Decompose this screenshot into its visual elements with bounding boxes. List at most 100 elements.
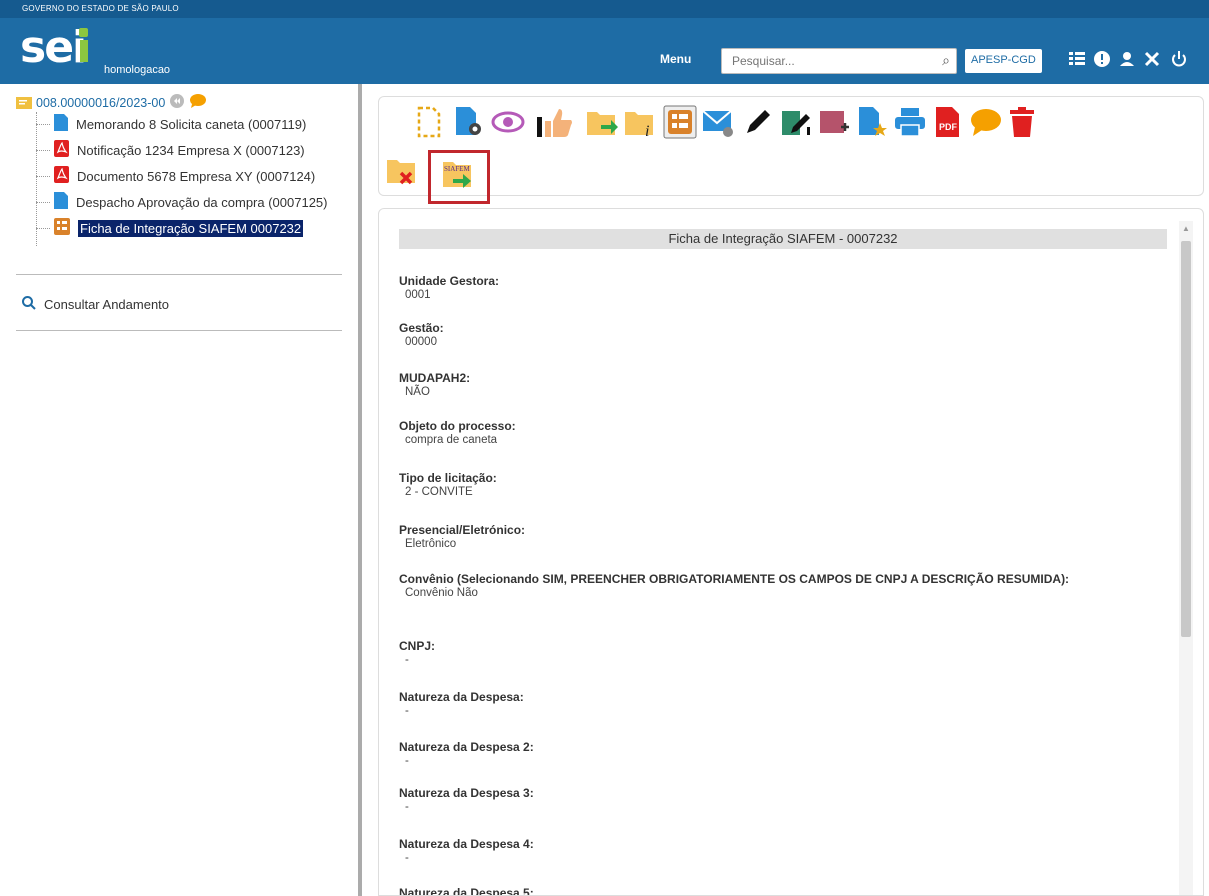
trash-icon[interactable] (1004, 104, 1040, 140)
svg-text:i: i (645, 123, 649, 139)
process-root[interactable]: 008.00000016/2023-00 (16, 93, 207, 112)
field-value: 00000 (405, 336, 437, 348)
field-label: Presencial/Eletrónico: (399, 523, 526, 537)
form-icon (54, 218, 70, 238)
government-banner: GOVERNO DO ESTADO DE SÃO PAULO (0, 0, 1209, 18)
field-label: Convênio (Selecionando SIM, PREENCHER OB… (399, 572, 1070, 586)
field-value: - (405, 654, 409, 666)
field-label: CNPJ: (399, 639, 436, 653)
search-input[interactable] (722, 49, 922, 73)
environment-label: homologacao (104, 64, 171, 76)
folder-info-icon[interactable]: i (622, 104, 658, 140)
process-info-icon[interactable] (169, 93, 185, 112)
field-label: Natureza da Despesa 3: (399, 786, 534, 800)
document-star-icon[interactable] (854, 104, 890, 140)
field-convenio: Convênio (Selecionando SIM, PREENCHER OB… (399, 573, 1149, 600)
field-value: NÃO (405, 386, 430, 398)
tree-item-notificacao[interactable]: Notificação 1234 Empresa X (0007123) (36, 139, 358, 161)
scrollbar-thumb[interactable] (1181, 241, 1191, 637)
document-settings-icon[interactable] (450, 104, 486, 140)
consultar-andamento-link[interactable]: Consultar Andamento (22, 296, 169, 313)
grid-icon[interactable] (1068, 50, 1086, 72)
form-icon[interactable] (662, 104, 698, 140)
document-title: Ficha de Integração SIAFEM - 0007232 (399, 229, 1167, 249)
field-label: Natureza da Despesa 4: (399, 837, 534, 851)
field-value: Convênio Não (405, 587, 478, 599)
thumbs-up-icon[interactable] (540, 104, 576, 140)
field-value: - (405, 705, 409, 717)
document-viewer: Ficha de Integração SIAFEM - 0007232 Uni… (378, 208, 1204, 896)
tree-item-label[interactable]: Despacho Aprovação da compra (0007125) (76, 195, 328, 210)
tools-icon[interactable] (1143, 50, 1161, 72)
tree-item-ficha-siafem[interactable]: Ficha de Integração SIAFEM 0007232 (36, 217, 358, 239)
email-icon[interactable] (700, 104, 736, 140)
divider (16, 330, 342, 331)
field-label: MUDAPAH2: (399, 371, 471, 385)
tree-item-label[interactable]: Ficha de Integração SIAFEM 0007232 (78, 219, 304, 237)
new-document-icon[interactable] (410, 104, 446, 140)
field-natureza-despesa: Natureza da Despesa: - (399, 691, 524, 718)
pdf-icon (54, 140, 69, 160)
power-icon[interactable] (1170, 50, 1188, 72)
field-unidade-gestora: Unidade Gestora: 0001 (399, 275, 499, 302)
consultar-andamento-label[interactable]: Consultar Andamento (44, 297, 169, 312)
folder-delete-icon[interactable] (384, 152, 420, 188)
document-icon (54, 114, 68, 134)
unit-selector[interactable]: APESP-CGD (965, 49, 1042, 73)
sei-logo[interactable]: sei (20, 22, 87, 73)
field-value: - (405, 755, 409, 767)
divider (16, 274, 342, 275)
print-icon[interactable] (892, 104, 928, 140)
folder-forward-icon[interactable] (584, 104, 620, 140)
field-label: Natureza da Despesa: (399, 690, 524, 704)
process-number[interactable]: 008.00000016/2023-00 (36, 96, 165, 110)
siafem-highlight-box (428, 150, 490, 204)
field-gestao: Gestão: 00000 (399, 322, 444, 349)
field-objeto-processo: Objeto do processo: compra de caneta (399, 420, 516, 447)
field-presencial-eletronico: Presencial/Eletrónico: Eletrônico (399, 524, 525, 551)
field-value: 0001 (405, 289, 431, 301)
tree-item-label[interactable]: Memorando 8 Solicita caneta (0007119) (76, 117, 306, 132)
field-value: Eletrônico (405, 538, 457, 550)
tree-item-label[interactable]: Documento 5678 Empresa XY (0007124) (77, 169, 315, 184)
panel-splitter[interactable] (358, 84, 362, 896)
field-value: compra de caneta (405, 434, 498, 446)
user-icon[interactable] (1118, 50, 1136, 72)
pen-icon[interactable] (740, 104, 776, 140)
scroll-up-arrow-icon[interactable]: ▲ (1182, 224, 1190, 233)
comment-icon[interactable] (189, 93, 207, 112)
document-scrollbar[interactable]: ▲ (1179, 221, 1193, 895)
pdf-icon (54, 166, 69, 186)
field-mudapah2: MUDAPAH2: NÃO (399, 372, 470, 399)
field-value: - (405, 801, 409, 813)
field-label: Tipo de licitação: (399, 471, 497, 485)
sign-block-icon[interactable] (778, 104, 814, 140)
field-label: Unidade Gestora: (399, 274, 500, 288)
tree-item-memorando[interactable]: Memorando 8 Solicita caneta (0007119) (36, 113, 358, 135)
field-label: Natureza da Despesa 2: (399, 740, 534, 754)
search-icon[interactable]: ⌕ (942, 52, 950, 69)
search-icon (22, 296, 36, 313)
alert-icon[interactable] (1093, 50, 1111, 72)
menu-button[interactable]: Menu (660, 52, 691, 66)
pdf-icon[interactable]: PDF (930, 104, 966, 140)
logo-accent-dot (79, 28, 88, 37)
comment-icon[interactable] (968, 104, 1004, 140)
document-icon (54, 192, 68, 212)
process-folder-icon (16, 96, 32, 110)
field-natureza-despesa-5: Natureza da Despesa 5: (399, 887, 534, 896)
field-label: Gestão: (399, 321, 444, 335)
svg-text:PDF: PDF (939, 122, 958, 132)
field-label: Objeto do processo: (399, 419, 516, 433)
tree-item-despacho[interactable]: Despacho Aprovação da compra (0007125) (36, 191, 358, 213)
field-natureza-despesa-2: Natureza da Despesa 2: - (399, 741, 534, 768)
add-block-icon[interactable] (816, 104, 852, 140)
tree-item-label[interactable]: Notificação 1234 Empresa X (0007123) (77, 143, 305, 158)
eye-icon[interactable] (490, 104, 526, 140)
search-box: ⌕ (721, 48, 957, 74)
field-natureza-despesa-3: Natureza da Despesa 3: - (399, 787, 534, 814)
field-label: Natureza da Despesa 5: (399, 886, 534, 896)
process-tree-panel: 008.00000016/2023-00 Memorando 8 Solicit… (0, 84, 358, 896)
logo-accent-bar (80, 40, 88, 62)
tree-item-documento[interactable]: Documento 5678 Empresa XY (0007124) (36, 165, 358, 187)
